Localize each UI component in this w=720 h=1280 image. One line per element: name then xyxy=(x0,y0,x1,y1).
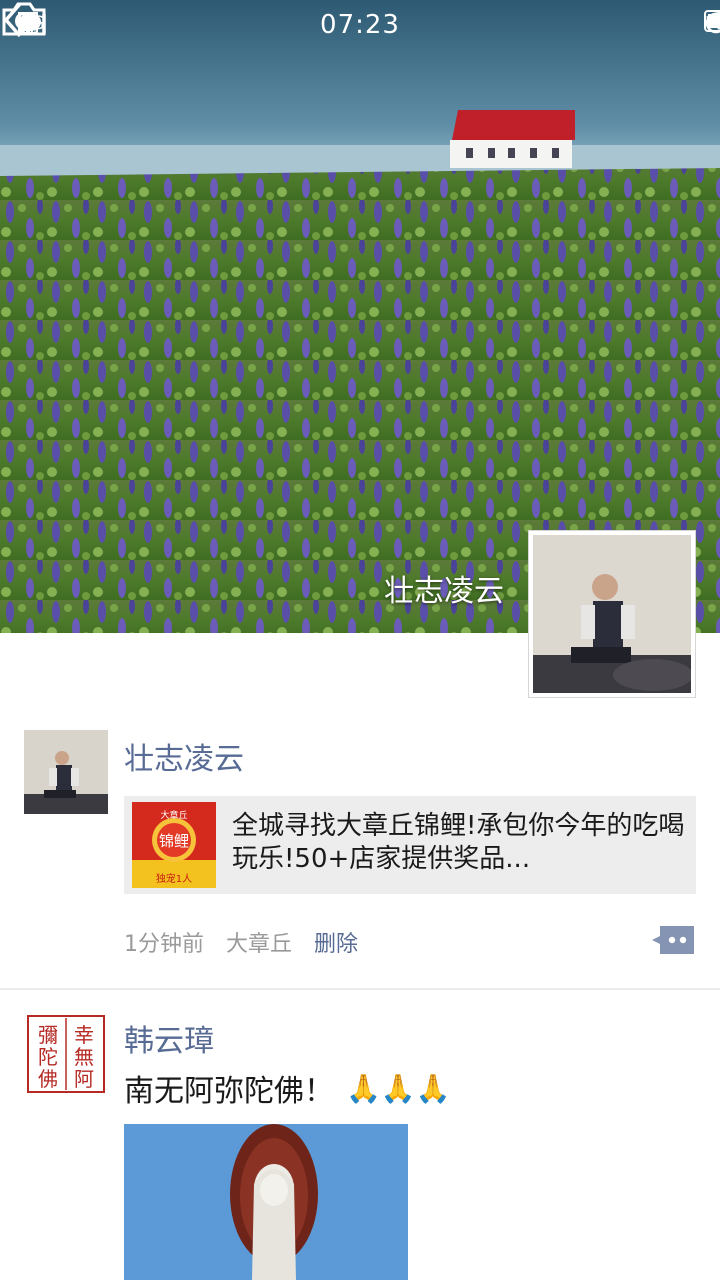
koi-promo-thumbnail: 大章丘 锦鲤 独宠1人 xyxy=(132,802,216,888)
link-title: 全城寻找大章丘锦鲤!承包你今年的吃喝玩乐!50+店家提供奖品... xyxy=(232,811,685,874)
delete-button[interactable]: 删除 xyxy=(314,926,358,958)
svg-text:阿: 阿 xyxy=(74,1067,94,1091)
svg-text:佛: 佛 xyxy=(38,1067,58,1091)
pray-emoji: 🙏🙏🙏 xyxy=(346,1071,451,1105)
link-thumbnail: 大章丘 锦鲤 独宠1人 xyxy=(132,802,216,888)
svg-text:陀: 陀 xyxy=(38,1045,58,1069)
post-meta: 1分钟前 大章丘 删除 xyxy=(124,926,358,958)
post-time: 1分钟前 xyxy=(124,932,204,957)
avatar-photo xyxy=(533,535,691,693)
svg-text:彌: 彌 xyxy=(38,1023,58,1047)
clock: 07:23 xyxy=(320,10,400,40)
post-location[interactable]: 大章丘 xyxy=(226,926,292,958)
guanyin-statue-photo xyxy=(124,1124,408,1280)
avatar-photo xyxy=(24,730,108,814)
status-bar: 4G S 07:23 xyxy=(0,0,720,50)
battery-icon xyxy=(704,10,720,32)
post-author-avatar[interactable]: 彌 幸 陀 無 佛 阿 xyxy=(24,1012,108,1096)
post-text-body: 南无阿弥陀佛！ xyxy=(124,1074,334,1109)
svg-text:幸: 幸 xyxy=(74,1023,94,1047)
cover-owner-name[interactable]: 壮志凌云 xyxy=(384,566,504,610)
post-author-name[interactable]: 壮志凌云 xyxy=(124,734,244,778)
post-author-avatar[interactable] xyxy=(24,730,108,814)
comment-icon[interactable] xyxy=(650,924,696,956)
svg-text:無: 無 xyxy=(74,1045,94,1069)
post-author-name[interactable]: 韩云璋 xyxy=(124,1016,214,1060)
cover-owner-avatar[interactable] xyxy=(528,530,696,698)
shared-link-card[interactable]: 大章丘 锦鲤 独宠1人 全城寻找大章丘锦鲤!承包你今年的吃喝玩乐!50+店家提供… xyxy=(124,796,696,894)
post-image[interactable] xyxy=(124,1124,408,1280)
thumb-main-text: 锦鲤 xyxy=(159,832,189,850)
thumb-top-text: 大章丘 xyxy=(160,809,187,821)
moment-post: 彌 幸 陀 無 佛 阿 韩云璋 南无阿弥陀佛！ 🙏🙏🙏 xyxy=(0,1012,720,1280)
post-text: 南无阿弥陀佛！ 🙏🙏🙏 xyxy=(124,1066,451,1110)
camera-icon[interactable] xyxy=(0,0,48,38)
moment-post: 壮志凌云 大章丘 锦鲤 独宠1人 全城寻找大章丘锦鲤!承包你今年的吃喝玩乐!50… xyxy=(0,730,720,990)
thumb-bottom-text: 独宠1人 xyxy=(156,872,192,885)
seal-stamp-avatar: 彌 幸 陀 無 佛 阿 xyxy=(24,1012,108,1096)
